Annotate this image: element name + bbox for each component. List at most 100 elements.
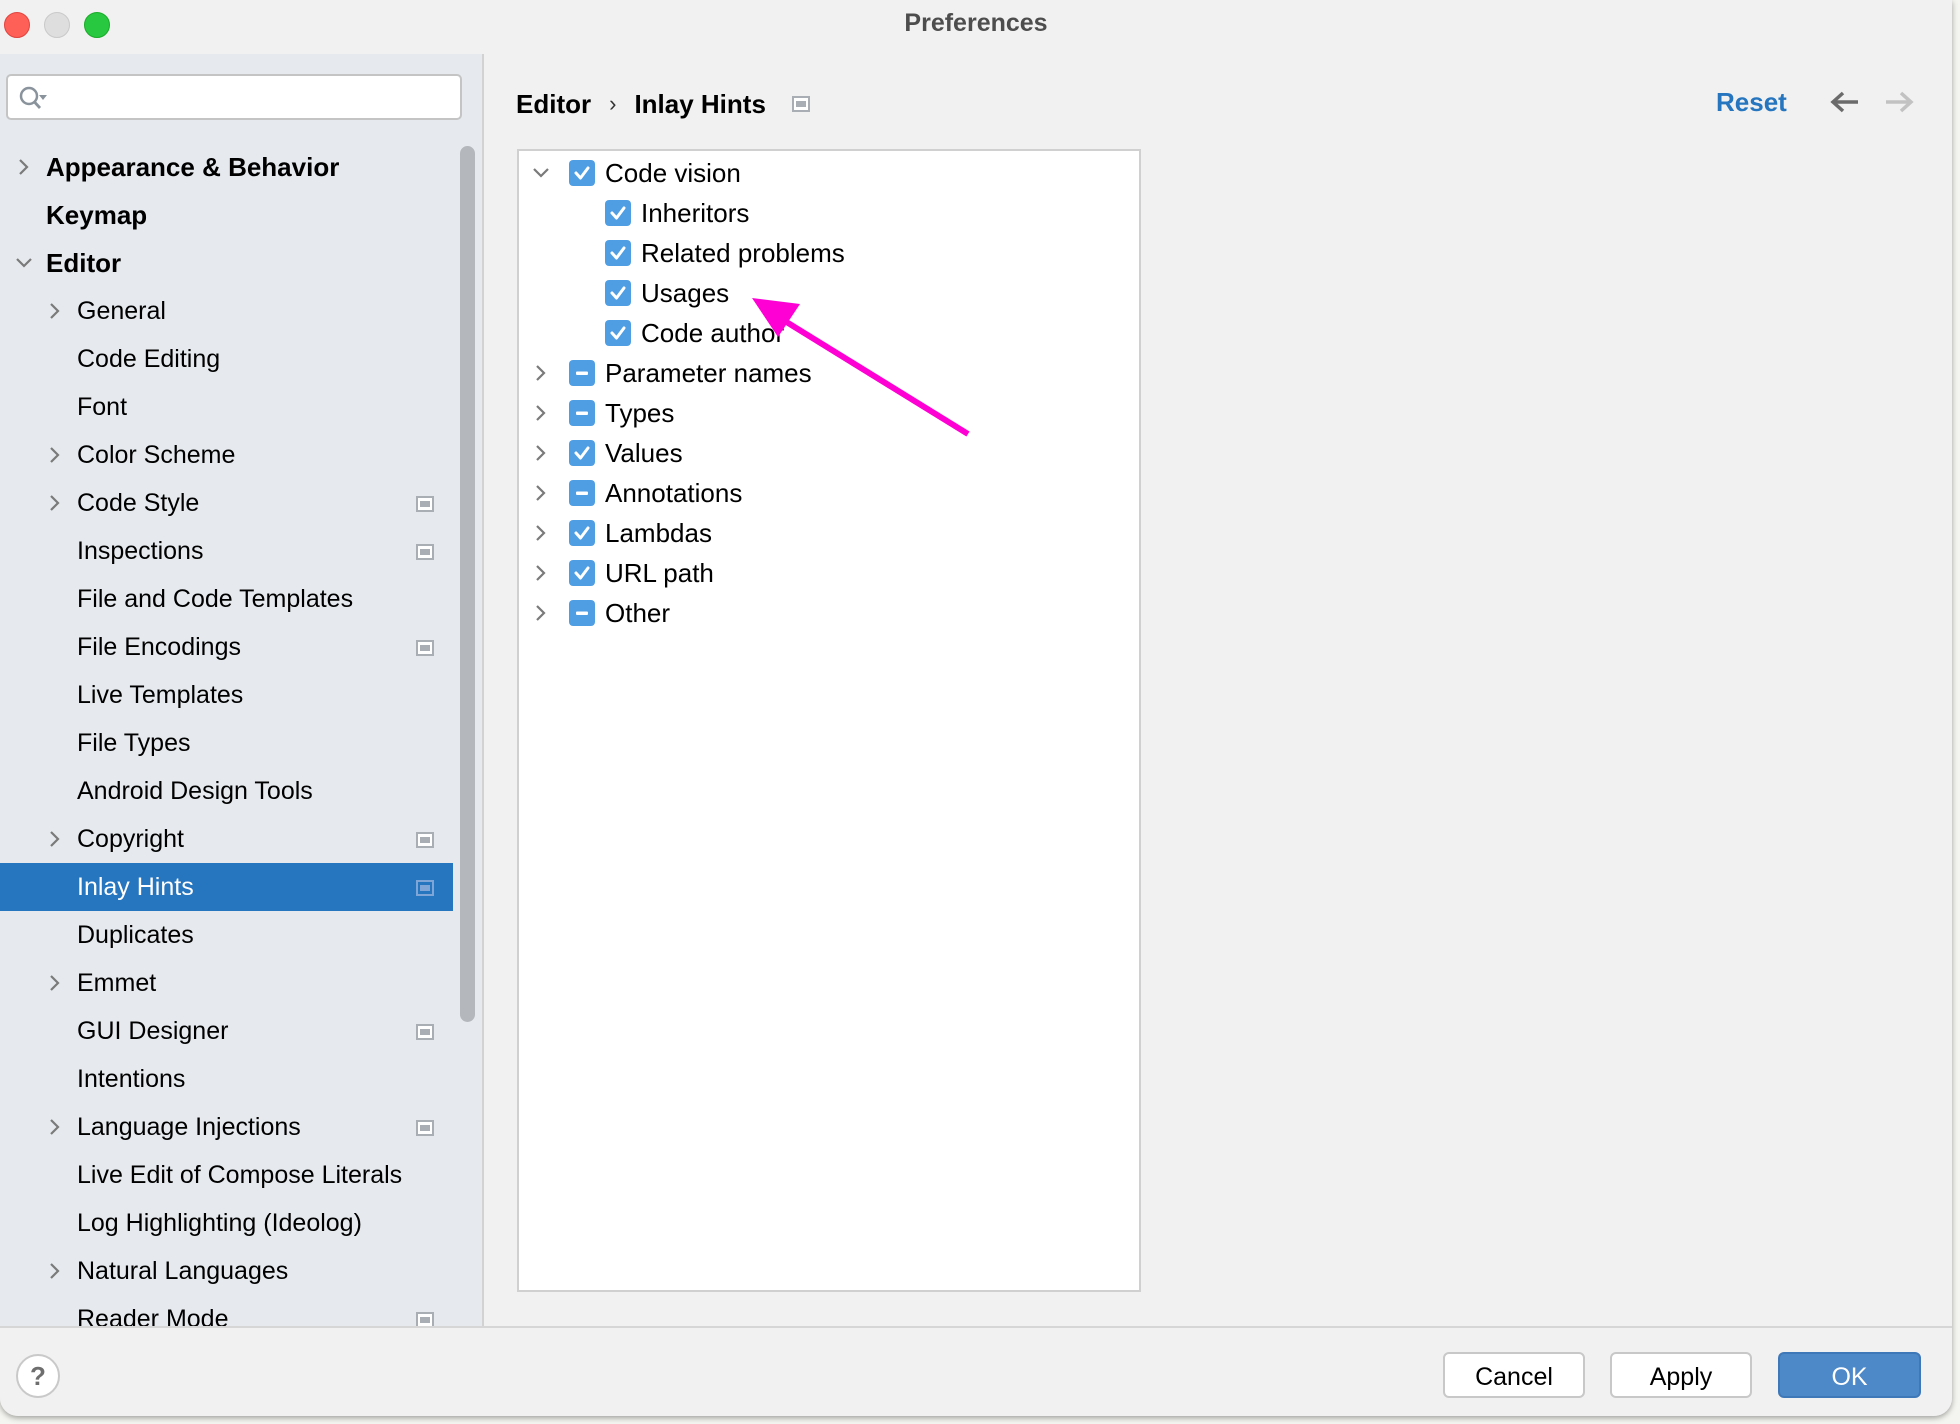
chevron-right-icon[interactable] — [45, 479, 65, 527]
checkbox-checked[interactable] — [569, 520, 595, 546]
chevron-right-icon[interactable] — [45, 1247, 65, 1295]
hint-item-label: Usages — [641, 278, 730, 308]
chevron-right-icon[interactable] — [45, 287, 65, 335]
checkbox-checked[interactable] — [605, 240, 631, 266]
reset-button[interactable]: Reset — [1716, 82, 1787, 122]
chevron-down-icon[interactable] — [14, 239, 34, 287]
sidebar-item-language-injections[interactable]: Language Injections — [0, 1103, 453, 1151]
sidebar-scrollbar[interactable] — [460, 146, 475, 1022]
hint-item-code-author[interactable]: Code author — [519, 313, 1119, 353]
sidebar-item-label: Keymap — [46, 200, 148, 230]
chevron-right-icon[interactable] — [531, 443, 551, 463]
sidebar-item-general[interactable]: General — [0, 287, 453, 335]
apply-button[interactable]: Apply — [1610, 1352, 1752, 1398]
hint-item-label: Code vision — [605, 158, 741, 188]
checkmark-icon — [610, 286, 626, 300]
sidebar-item-label: Editor — [46, 248, 122, 278]
sidebar-item-keymap[interactable]: Keymap — [0, 191, 453, 239]
sidebar-item-gui-designer[interactable]: GUI Designer — [0, 1007, 453, 1055]
sidebar-item-font[interactable]: Font — [0, 383, 453, 431]
chevron-right-icon[interactable] — [45, 431, 65, 479]
chevron-right-icon[interactable] — [531, 363, 551, 383]
chevron-right-icon[interactable] — [45, 959, 65, 1007]
checkbox-checked[interactable] — [605, 320, 631, 346]
hint-item-label: Values — [605, 438, 683, 468]
sidebar-item-label: Code Style — [77, 489, 200, 517]
checkbox-checked[interactable] — [569, 440, 595, 466]
sidebar-item-inlay-hints[interactable]: Inlay Hints — [0, 863, 453, 911]
checkbox-partial[interactable] — [569, 360, 595, 386]
sidebar-item-file-encodings[interactable]: File Encodings — [0, 623, 453, 671]
sidebar-item-duplicates[interactable]: Duplicates — [0, 911, 453, 959]
settings-search-input[interactable] — [6, 74, 462, 120]
hint-item-parameter-names[interactable]: Parameter names — [519, 353, 1119, 393]
sidebar-item-live-templates[interactable]: Live Templates — [0, 671, 453, 719]
arrow-left-icon[interactable] — [1828, 84, 1862, 120]
hint-item-usages[interactable]: Usages — [519, 273, 1119, 313]
sidebar-item-label: Log Highlighting (Ideolog) — [77, 1209, 362, 1237]
chevron-right-icon[interactable] — [14, 143, 34, 191]
hint-item-label: URL path — [605, 558, 714, 588]
sidebar-item-inspections[interactable]: Inspections — [0, 527, 453, 575]
sidebar-item-android-design-tools[interactable]: Android Design Tools — [0, 767, 453, 815]
hint-item-label: Types — [605, 398, 675, 428]
checkbox-checked[interactable] — [605, 280, 631, 306]
checkbox-checked[interactable] — [605, 200, 631, 226]
sidebar-item-log-highlighting-ideolog[interactable]: Log Highlighting (Ideolog) — [0, 1199, 453, 1247]
sidebar-item-editor[interactable]: Editor — [0, 239, 453, 287]
checkbox-checked[interactable] — [569, 160, 595, 186]
hint-item-related-problems[interactable]: Related problems — [519, 233, 1119, 273]
checkbox-partial[interactable] — [569, 600, 595, 626]
sidebar-item-code-editing[interactable]: Code Editing — [0, 335, 453, 383]
sidebar-item-reader-mode[interactable]: Reader Mode — [0, 1295, 453, 1326]
chevron-right-icon[interactable] — [531, 483, 551, 503]
chevron-right-icon[interactable] — [531, 403, 551, 423]
checkbox-partial[interactable] — [569, 480, 595, 506]
hint-item-lambdas[interactable]: Lambdas — [519, 513, 1119, 553]
hint-item-annotations[interactable]: Annotations — [519, 473, 1119, 513]
hint-item-inheritors[interactable]: Inheritors — [519, 193, 1119, 233]
chevron-right-icon[interactable] — [531, 603, 551, 623]
hint-item-label: Inheritors — [641, 198, 750, 228]
sidebar-item-file-types[interactable]: File Types — [0, 719, 453, 767]
chevron-right-icon[interactable] — [531, 523, 551, 543]
sidebar-item-natural-languages[interactable]: Natural Languages — [0, 1247, 453, 1295]
hint-item-values[interactable]: Values — [519, 433, 1119, 473]
sidebar-item-label: Inspections — [77, 537, 204, 565]
hint-item-types[interactable]: Types — [519, 393, 1119, 433]
hint-item-url-path[interactable]: URL path — [519, 553, 1119, 593]
sidebar-item-label: Emmet — [77, 969, 157, 997]
sidebar-item-appearance-behavior[interactable]: Appearance & Behavior — [0, 143, 453, 191]
chevron-right-icon[interactable] — [45, 815, 65, 863]
hint-item-label: Lambdas — [605, 518, 712, 548]
sidebar-item-color-scheme[interactable]: Color Scheme — [0, 431, 453, 479]
sidebar-item-intentions[interactable]: Intentions — [0, 1055, 453, 1103]
ok-button[interactable]: OK — [1778, 1352, 1921, 1398]
sidebar-item-label: GUI Designer — [77, 1017, 229, 1045]
sidebar-item-copyright[interactable]: Copyright — [0, 815, 453, 863]
arrow-right-icon[interactable] — [1882, 84, 1916, 120]
sidebar-item-emmet[interactable]: Emmet — [0, 959, 453, 1007]
help-button[interactable]: ? — [16, 1354, 60, 1398]
hint-item-code-vision[interactable]: Code vision — [519, 153, 1119, 193]
sidebar-item-label: Language Injections — [77, 1113, 301, 1141]
chevron-right-icon[interactable] — [531, 563, 551, 583]
sidebar-item-label: Color Scheme — [77, 441, 236, 469]
cancel-button[interactable]: Cancel — [1443, 1352, 1585, 1398]
sidebar-item-file-and-code-templates[interactable]: File and Code Templates — [0, 575, 453, 623]
settings-search-field[interactable] — [52, 82, 456, 114]
hint-item-other[interactable]: Other — [519, 593, 1119, 633]
sidebar-item-code-style[interactable]: Code Style — [0, 479, 453, 527]
breadcrumb-editor[interactable]: Editor — [516, 84, 591, 124]
sidebar-item-label: Duplicates — [77, 921, 194, 949]
sidebar-item-label: File Types — [77, 729, 191, 757]
chevron-down-icon[interactable] — [531, 163, 551, 183]
breadcrumb: Editor › Inlay Hints — [516, 82, 810, 122]
checkmark-icon — [574, 526, 590, 540]
sidebar-item-label: Intentions — [77, 1065, 186, 1093]
checkbox-partial[interactable] — [569, 400, 595, 426]
sidebar-item-live-edit-of-compose-literals[interactable]: Live Edit of Compose Literals — [0, 1151, 453, 1199]
checkmark-icon — [574, 166, 590, 180]
checkbox-checked[interactable] — [569, 560, 595, 586]
chevron-right-icon[interactable] — [45, 1103, 65, 1151]
